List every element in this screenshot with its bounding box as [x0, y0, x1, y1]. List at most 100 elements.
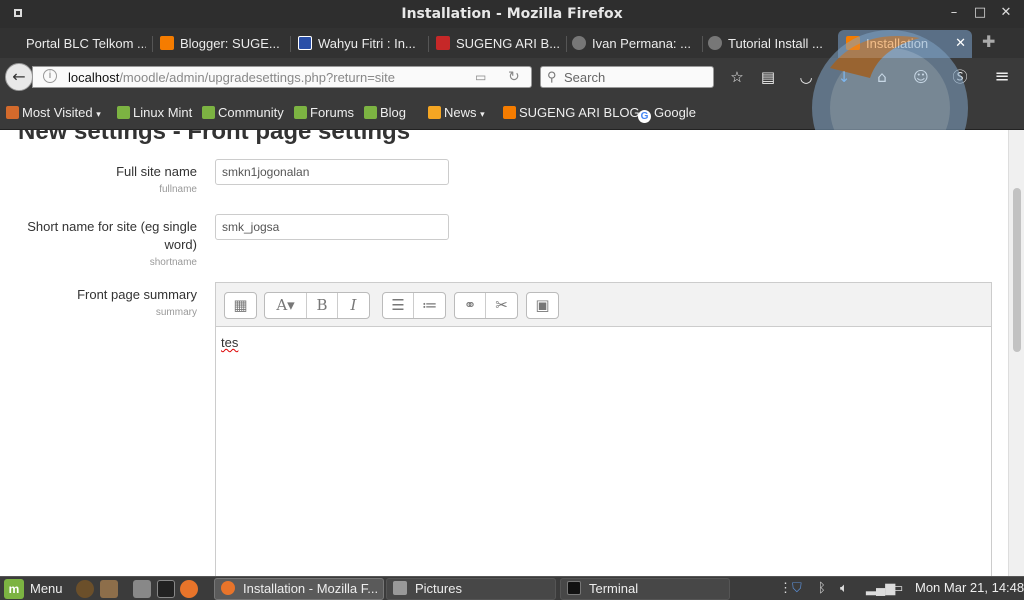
italic-icon[interactable]: I [338, 293, 369, 318]
page-title: New settings - Front page settings [18, 130, 411, 145]
url-text: localhost/moodle/admin/upgradesettings.p… [68, 70, 396, 85]
volume-icon[interactable]: 🔈︎ [840, 580, 848, 596]
ordered-list-icon[interactable]: ≔ [414, 293, 445, 318]
mint-icon [117, 106, 130, 119]
hamburger-menu-icon[interactable]: ≡ [992, 67, 1012, 87]
site-icon [572, 36, 586, 50]
close-window-button[interactable]: ✕ [998, 5, 1014, 20]
tab-sugeng-ari[interactable]: SUGENG ARI B... [436, 30, 560, 58]
clock[interactable]: Mon Mar 21, 14:48 [915, 580, 1024, 595]
taskbar: m Menu Installation - Mozilla F... Pictur… [0, 576, 1024, 600]
mint-icon [364, 106, 377, 119]
files-launcher-icon[interactable] [100, 580, 118, 598]
reader-view-icon[interactable]: ▭ [475, 70, 486, 84]
rss-icon [428, 106, 441, 119]
sync-icon[interactable]: Ⓢ [950, 67, 970, 87]
battery-icon[interactable]: ▭ [891, 580, 903, 596]
tab-label: Blogger: SUGE... [180, 36, 280, 51]
bluetooth-icon[interactable]: ᛒ [818, 580, 826, 595]
search-input[interactable]: ⚲ Search [540, 66, 714, 88]
firefox-window: Installation - Mozilla Firefox – □ ✕ Por… [0, 0, 1024, 600]
bookmark-community[interactable]: Community [202, 105, 284, 120]
paragraph-style-icon[interactable]: A▾ [265, 293, 307, 318]
editor-content[interactable]: tes [221, 335, 238, 350]
editor-toolbar: ▦ A▾ B I ☰ ≔ ⚭ ✂ ▣ [216, 283, 991, 327]
minimize-button[interactable]: – [946, 5, 962, 20]
pocket-icon[interactable]: ◡ [796, 67, 816, 87]
start-menu-button[interactable]: m Menu [4, 579, 63, 599]
bookmark-sugeng-ari-blog[interactable]: SUGENG ARI BLOG [503, 105, 640, 120]
unordered-list-icon[interactable]: ☰ [383, 293, 414, 318]
bookmark-most-visited[interactable]: Most Visited ▾ [6, 105, 101, 120]
shortname-input[interactable]: smk_jogsa [215, 214, 449, 240]
firefox-icon [221, 581, 235, 595]
page-scrollbar[interactable] [1008, 130, 1024, 576]
close-tab-icon[interactable]: ✕ [955, 35, 966, 51]
unlink-icon[interactable]: ✂ [486, 293, 517, 318]
search-placeholder: Search [564, 70, 606, 85]
scrollbar-thumb[interactable] [1013, 188, 1021, 352]
tab-label: Wahyu Fitri : In... [318, 36, 416, 51]
tab-portal-blc[interactable]: Portal BLC Telkom ... [6, 30, 146, 58]
back-button[interactable]: ← [5, 63, 33, 91]
taskbar-window-firefox[interactable]: Installation - Mozilla F... [214, 578, 384, 600]
bookmark-blog[interactable]: Blog [364, 105, 406, 120]
image-icon[interactable]: ▣ [527, 293, 558, 318]
navigation-bar: i localhost/moodle/admin/upgradesettings… [0, 58, 1024, 96]
tab-strip: Portal BLC Telkom ... Blogger: SUGE... W… [0, 28, 1024, 58]
site-icon [708, 36, 722, 50]
bookmark-star-icon[interactable]: ☆ [727, 67, 747, 87]
reading-list-icon[interactable]: ▤ [758, 67, 778, 87]
summary-sublabel: summary [155, 307, 197, 318]
tab-tutorial-install[interactable]: Tutorial Install ... [708, 30, 832, 58]
window-title: Installation - Mozilla Firefox [401, 6, 623, 22]
fullname-sublabel: fullname [159, 184, 197, 195]
tab-label: Ivan Permana: ... [592, 36, 691, 51]
summary-editor[interactable]: ▦ A▾ B I ☰ ≔ ⚭ ✂ ▣ tes [215, 282, 992, 576]
info-icon[interactable]: i [43, 69, 57, 83]
downloads-icon[interactable]: ↓ [834, 67, 854, 87]
bookmark-google[interactable]: G Google [638, 105, 696, 123]
fullname-input[interactable]: smkn1jogonalan [215, 159, 449, 185]
hello-icon[interactable]: ☺ [911, 67, 931, 87]
tab-installation[interactable]: Installation ✕ [838, 30, 972, 58]
page-content: New settings - Front page settings Full … [0, 130, 1008, 576]
firefox-launcher-icon[interactable] [180, 580, 198, 598]
toolbar-toggle-icon[interactable]: ▦ [225, 293, 256, 318]
folder-icon [393, 581, 407, 595]
tab-ivan-permana[interactable]: Ivan Permana: ... [572, 30, 696, 58]
reload-icon[interactable]: ↻ [508, 68, 520, 85]
tab-label: Tutorial Install ... [728, 36, 823, 51]
launcher-icon[interactable] [76, 580, 94, 598]
link-icon[interactable]: ⚭ [455, 293, 486, 318]
shield-icon[interactable]: ⛉ [792, 580, 802, 596]
site-icon [298, 36, 312, 50]
home-icon[interactable]: ⌂ [872, 67, 892, 87]
google-icon: G [638, 110, 651, 123]
moodle-icon [846, 36, 860, 50]
desktop-launcher-icon[interactable] [133, 580, 151, 598]
tab-label: SUGENG ARI B... [456, 36, 560, 51]
tab-wahyu-fitri[interactable]: Wahyu Fitri : In... [298, 30, 422, 58]
terminal-launcher-icon[interactable] [157, 580, 175, 598]
new-tab-button[interactable]: ✚ [982, 32, 995, 51]
site-icon [436, 36, 450, 50]
bookmark-news[interactable]: News ▾ [428, 105, 485, 120]
tray-handle-icon: ⋮ [779, 580, 792, 595]
mint-icon [202, 106, 215, 119]
url-bar[interactable]: i localhost/moodle/admin/upgradesettings… [32, 66, 532, 88]
title-bar: Installation - Mozilla Firefox – □ ✕ [0, 0, 1024, 28]
summary-label: Front page summary [77, 287, 197, 302]
fullname-label: Full site name [116, 164, 197, 179]
bookmark-forums[interactable]: Forums [294, 105, 354, 120]
folder-icon [6, 106, 19, 119]
mint-icon [294, 106, 307, 119]
shortname-label: Short name for site (eg single word) [27, 219, 197, 252]
taskbar-window-pictures[interactable]: Pictures [386, 578, 556, 600]
tab-blogger[interactable]: Blogger: SUGE... [160, 30, 284, 58]
maximize-button[interactable]: □ [972, 5, 988, 20]
bold-icon[interactable]: B [307, 293, 338, 318]
blogger-icon [503, 106, 516, 119]
taskbar-window-terminal[interactable]: Terminal [560, 578, 730, 600]
bookmark-linux-mint[interactable]: Linux Mint [117, 105, 192, 120]
